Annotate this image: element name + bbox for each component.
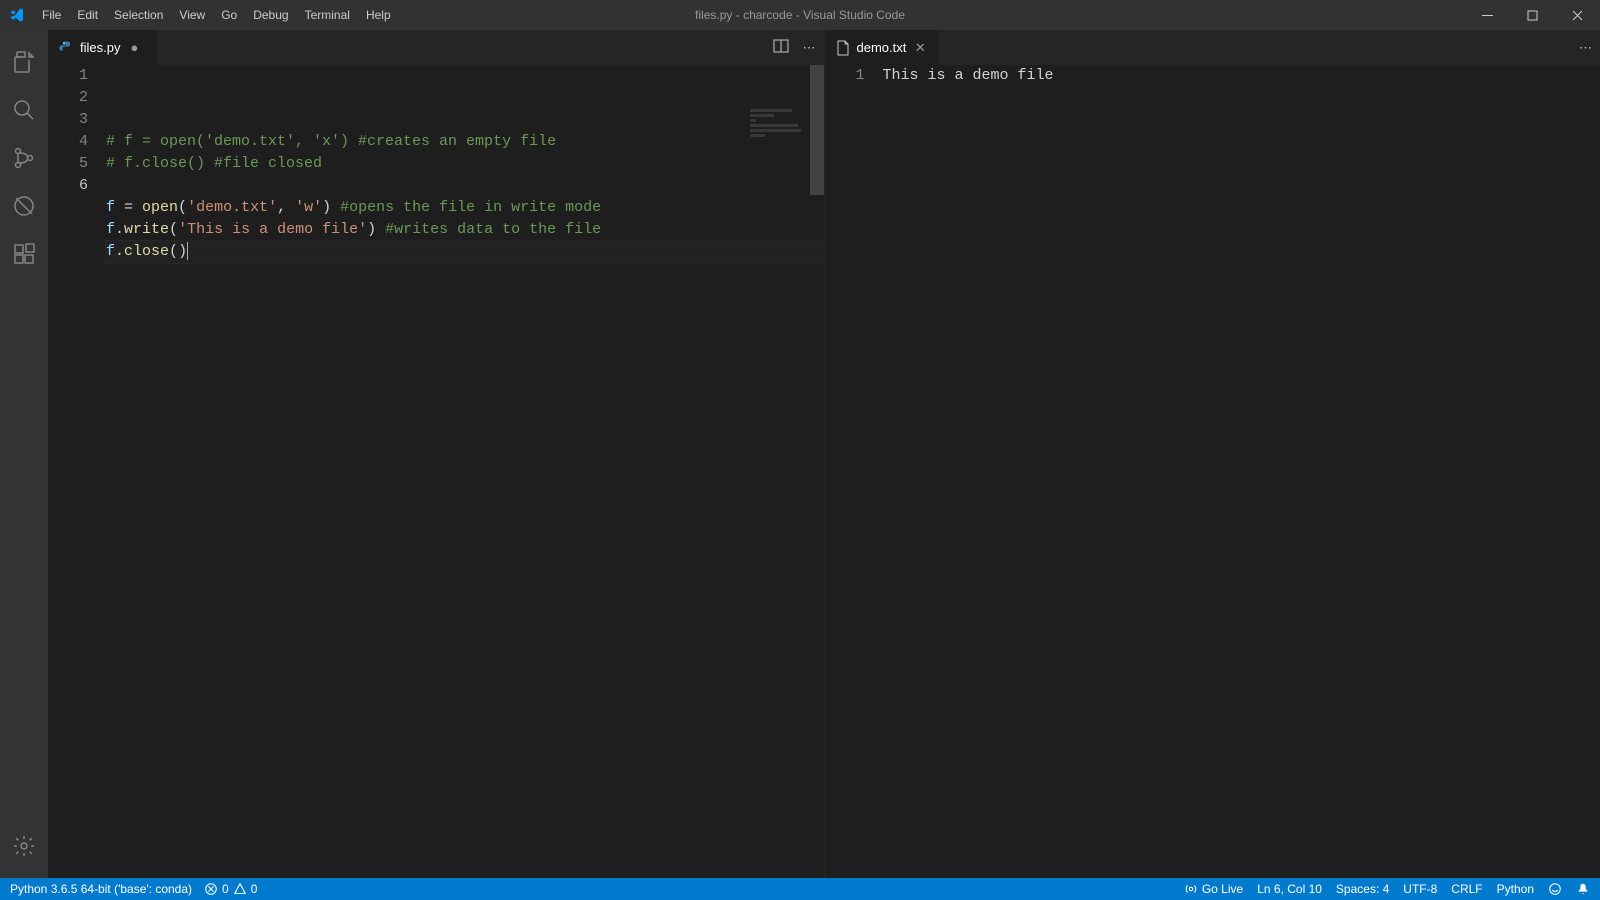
close-icon[interactable]: ✕ [912,40,928,56]
editor-body-right[interactable]: 1 This is a demo file [825,65,1600,878]
tabs-bar-left: files.py ● ⋯ [48,30,824,65]
menu-item-help[interactable]: Help [358,0,399,30]
explorer-icon[interactable] [0,38,48,86]
scrollbar-thumb[interactable] [810,65,824,195]
status-cursor-position[interactable]: Ln 6, Col 10 [1257,882,1322,896]
code-area-right[interactable]: This is a demo file [883,65,1600,878]
menu-bar: FileEditSelectionViewGoDebugTerminalHelp [34,0,399,30]
tabs-bar-right: demo.txt ✕ ⋯ [825,30,1600,65]
status-language[interactable]: Python [1497,882,1534,896]
status-bar: Python 3.6.5 64-bit ('base': conda) 0 0 … [0,878,1600,900]
editor-group-right: demo.txt ✕ ⋯ 1 This is a demo file [824,30,1600,878]
tab-actions-left: ⋯ [773,30,824,65]
settings-gear-icon[interactable] [0,822,48,870]
status-problems[interactable]: 0 0 [204,882,257,896]
menu-item-selection[interactable]: Selection [106,0,171,30]
editor-area: files.py ● ⋯ 123456 # f = open('demo.txt… [48,30,1600,878]
maximize-button[interactable] [1510,0,1555,30]
warning-count: 0 [251,882,258,896]
menu-item-edit[interactable]: Edit [69,0,106,30]
activity-bar [0,30,48,878]
extensions-icon[interactable] [0,230,48,278]
line-gutter-left: 123456 [48,65,106,878]
title-bar: FileEditSelectionViewGoDebugTerminalHelp… [0,0,1600,30]
menu-item-file[interactable]: File [34,0,69,30]
debug-icon[interactable] [0,182,48,230]
status-feedback-icon[interactable] [1548,882,1562,896]
minimap[interactable] [750,65,810,115]
minimize-button[interactable] [1465,0,1510,30]
status-encoding[interactable]: UTF-8 [1403,882,1437,896]
main-area: files.py ● ⋯ 123456 # f = open('demo.txt… [0,30,1600,878]
vscode-logo-icon [0,7,34,23]
editor-body-left[interactable]: 123456 # f = open('demo.txt', 'x') #crea… [48,65,824,878]
python-file-icon [58,40,74,56]
error-count: 0 [222,882,229,896]
menu-item-terminal[interactable]: Terminal [297,0,358,30]
window-title: files.py - charcode - Visual Studio Code [695,8,905,22]
status-bell-icon[interactable] [1576,882,1590,896]
editor-group-left: files.py ● ⋯ 123456 # f = open('demo.txt… [48,30,824,878]
tab-label: demo.txt [857,40,907,55]
search-icon[interactable] [0,86,48,134]
tab-files-py[interactable]: files.py ● [48,30,158,65]
tab-dirty-icon[interactable]: ● [126,40,142,56]
vertical-scrollbar[interactable] [810,65,824,878]
tab-demo-txt[interactable]: demo.txt ✕ [825,30,940,65]
menu-item-go[interactable]: Go [213,0,245,30]
tab-actions-right: ⋯ [1579,30,1600,65]
close-button[interactable] [1555,0,1600,30]
text-file-icon [835,40,851,56]
line-gutter-right: 1 [825,65,883,878]
status-eol[interactable]: CRLF [1451,882,1482,896]
status-indent[interactable]: Spaces: 4 [1336,882,1389,896]
more-actions-icon[interactable]: ⋯ [803,40,816,56]
status-go-live[interactable]: Go Live [1184,882,1243,896]
menu-item-view[interactable]: View [171,0,213,30]
menu-item-debug[interactable]: Debug [245,0,296,30]
more-actions-icon[interactable]: ⋯ [1579,40,1592,56]
window-controls [1465,0,1600,30]
status-python-env[interactable]: Python 3.6.5 64-bit ('base': conda) [10,882,192,896]
split-editor-icon[interactable] [773,38,789,57]
code-area-left[interactable]: # f = open('demo.txt', 'x') #creates an … [106,65,824,878]
tab-label: files.py [80,40,120,55]
source-control-icon[interactable] [0,134,48,182]
